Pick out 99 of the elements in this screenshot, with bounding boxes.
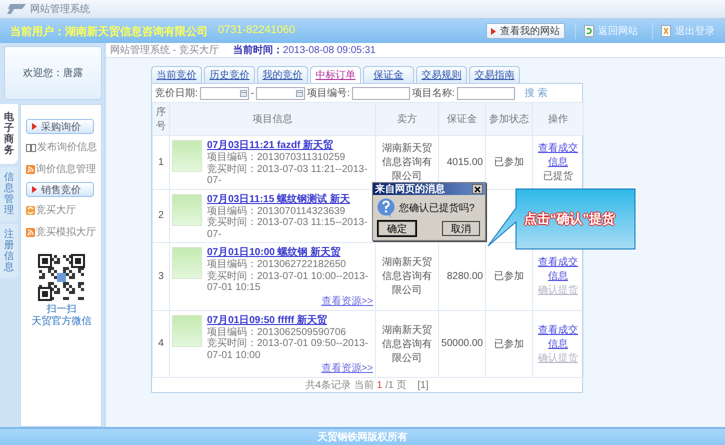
side-tab[interactable]: 电子商务 xyxy=(0,104,18,164)
qr-caption: 扫一扫 xyxy=(46,304,76,316)
photo-placeholder xyxy=(172,247,202,279)
tab[interactable]: 当前竞价 xyxy=(151,66,202,83)
menu-link[interactable]: 询价信息管理 xyxy=(26,162,97,176)
project-title-link[interactable]: 07月01日10:00 螺纹钢 新天贸 xyxy=(207,245,373,259)
tab[interactable]: 交易规则 xyxy=(416,66,467,83)
view-deal-link[interactable]: 查看成交信息 xyxy=(535,141,581,170)
calendar-icon xyxy=(240,90,247,96)
feed-icon xyxy=(26,164,35,174)
column-header: 卖方 xyxy=(376,102,438,136)
menu-section-button[interactable]: 销售竞价 xyxy=(26,182,94,197)
refresh-icon xyxy=(584,25,594,37)
date-field[interactable] xyxy=(256,86,306,100)
tab[interactable]: 交易指南 xyxy=(469,66,520,83)
join-status: 已参加 xyxy=(494,338,524,350)
menu-link[interactable]: 竞买大厅 xyxy=(26,203,97,217)
triangle-icon xyxy=(32,186,37,193)
menu-section-button[interactable]: 采购询价 xyxy=(26,119,94,134)
view-resource-link[interactable]: 查看资源>> xyxy=(321,361,373,375)
join-status: 已参加 xyxy=(494,271,524,282)
deposit-amount: 8280.00 xyxy=(446,270,483,282)
column-header: 序号 xyxy=(152,102,170,136)
menu-link[interactable]: 发布询价信息 xyxy=(26,140,97,154)
current-time: 当前时间：2013-08-08 09:05:31 xyxy=(232,44,376,57)
feed-icon xyxy=(26,228,35,236)
qr-caption: 天贸官方微信 xyxy=(32,316,92,327)
deposit-amount: 50000.00 xyxy=(441,338,483,350)
current-user: 当前用户：湖南新天贸信息咨询有限公司 xyxy=(10,24,208,38)
qr-code xyxy=(37,253,86,302)
project-code: 项目编码：2013062509590706 xyxy=(207,326,347,338)
name-label: 项目名称: xyxy=(412,87,455,100)
triangle-icon xyxy=(32,123,37,130)
calendar-icon xyxy=(296,90,304,96)
view-resource-link[interactable]: 查看资源>> xyxy=(321,294,373,308)
row-number: 2 xyxy=(152,189,170,242)
dialog-title: 来自网页的消息 xyxy=(375,182,445,196)
swirl-icon xyxy=(26,206,35,214)
tab[interactable]: 保证金 xyxy=(363,66,414,83)
row-number: 4 xyxy=(152,310,170,378)
close-button[interactable] xyxy=(472,184,483,194)
name-field[interactable] xyxy=(456,86,515,100)
date-label: 竞价日期: xyxy=(155,86,198,100)
tab[interactable]: 历史竞价 xyxy=(204,66,255,83)
column-header: 操作 xyxy=(532,102,584,136)
code-label: 项目编号: xyxy=(307,86,350,100)
breadcrumb: 网站管理系统 - 竞买大厅 xyxy=(110,44,219,57)
triangle-icon xyxy=(491,28,496,34)
project-code: 项目编码：2013070311310259 xyxy=(207,152,346,164)
tab[interactable]: 中标订单 xyxy=(310,66,361,83)
bid-time: 竞买时间：2013-07-03 11:21--2013-07- xyxy=(207,164,368,186)
column-header: 保证金 xyxy=(438,102,486,136)
photo-placeholder xyxy=(172,194,202,226)
column-header: 项目信息 xyxy=(170,102,376,136)
seller-name: 湖南新天贸信息咨询有限公司 xyxy=(382,143,432,182)
current-page: 1 xyxy=(376,380,382,390)
question-icon xyxy=(377,198,395,218)
column-header: 参加状态 xyxy=(486,102,532,136)
project-code: 项目编码：2013062722182650 xyxy=(207,259,347,270)
project-code: 项目编码：2013070114323639 xyxy=(207,206,346,216)
view-deal-link[interactable]: 查看成交信息 xyxy=(535,322,581,351)
menu-link[interactable]: 竞买模拟大厅 xyxy=(26,225,97,239)
view-site-button[interactable]: 查看我的网站 xyxy=(486,23,565,39)
welcome-text: 欢迎您：唐露 xyxy=(23,66,83,80)
logo-icon xyxy=(6,3,28,15)
bid-time: 竞买时间：2013-07-01 10:00--2013-07-01 10:15 xyxy=(207,270,370,294)
page-total: /1 页 xyxy=(385,379,406,392)
view-deal-link[interactable]: 查看成交信息 xyxy=(535,255,581,284)
seller-name: 湖南新天贸信息咨询有限公司 xyxy=(382,257,432,296)
join-status: 已参加 xyxy=(494,157,524,168)
page-link[interactable]: [1] xyxy=(417,380,429,390)
copyright-text: 天贸钢铁网版权所有 xyxy=(318,430,408,444)
row-number: 3 xyxy=(152,242,170,310)
deposit-amount: 4015.00 xyxy=(446,156,483,168)
record-summary: 共4条记录 当前 xyxy=(305,378,374,392)
photo-placeholder xyxy=(172,140,202,172)
date-field[interactable] xyxy=(200,86,249,100)
callout-text: 点击“确认”提货 xyxy=(524,210,615,228)
bid-time: 竞买时间：2013-07-03 11:15--2013-07- xyxy=(207,217,368,240)
dialog-button[interactable]: 取消 xyxy=(442,221,480,236)
side-tab[interactable]: 信息管理 xyxy=(0,167,18,221)
dash: - xyxy=(250,88,254,98)
project-title-link[interactable]: 07月03日11:15 螺纹钢测试 新天 xyxy=(207,192,373,206)
bid-time: 竞买时间：2013-07-01 09:50--2013-07-01 10:00 xyxy=(207,338,370,361)
project-title-link[interactable]: 07月01日09:50 fffff 新天贸 xyxy=(207,312,373,326)
seller-name: 湖南新天贸信息咨询有限公司 xyxy=(382,324,432,364)
pickup-status: 已提货 xyxy=(542,170,574,184)
phone-number: 0731-82241060 xyxy=(218,24,296,38)
tab[interactable]: 我的竞价 xyxy=(257,66,308,83)
window-title: 网站管理系统 xyxy=(30,2,90,16)
close-icon xyxy=(474,186,481,192)
dialog-button[interactable]: 确定 xyxy=(378,221,416,236)
book-icon xyxy=(26,142,36,152)
code-field[interactable] xyxy=(352,86,410,100)
photo-placeholder xyxy=(172,314,202,346)
dialog-message: 您确认已提货吗? xyxy=(399,202,475,215)
project-title-link[interactable]: 07月03日11:21 fazdf 新天贸 xyxy=(207,138,373,152)
side-tab[interactable]: 注册信息 xyxy=(0,224,18,278)
row-number: 1 xyxy=(152,136,170,189)
